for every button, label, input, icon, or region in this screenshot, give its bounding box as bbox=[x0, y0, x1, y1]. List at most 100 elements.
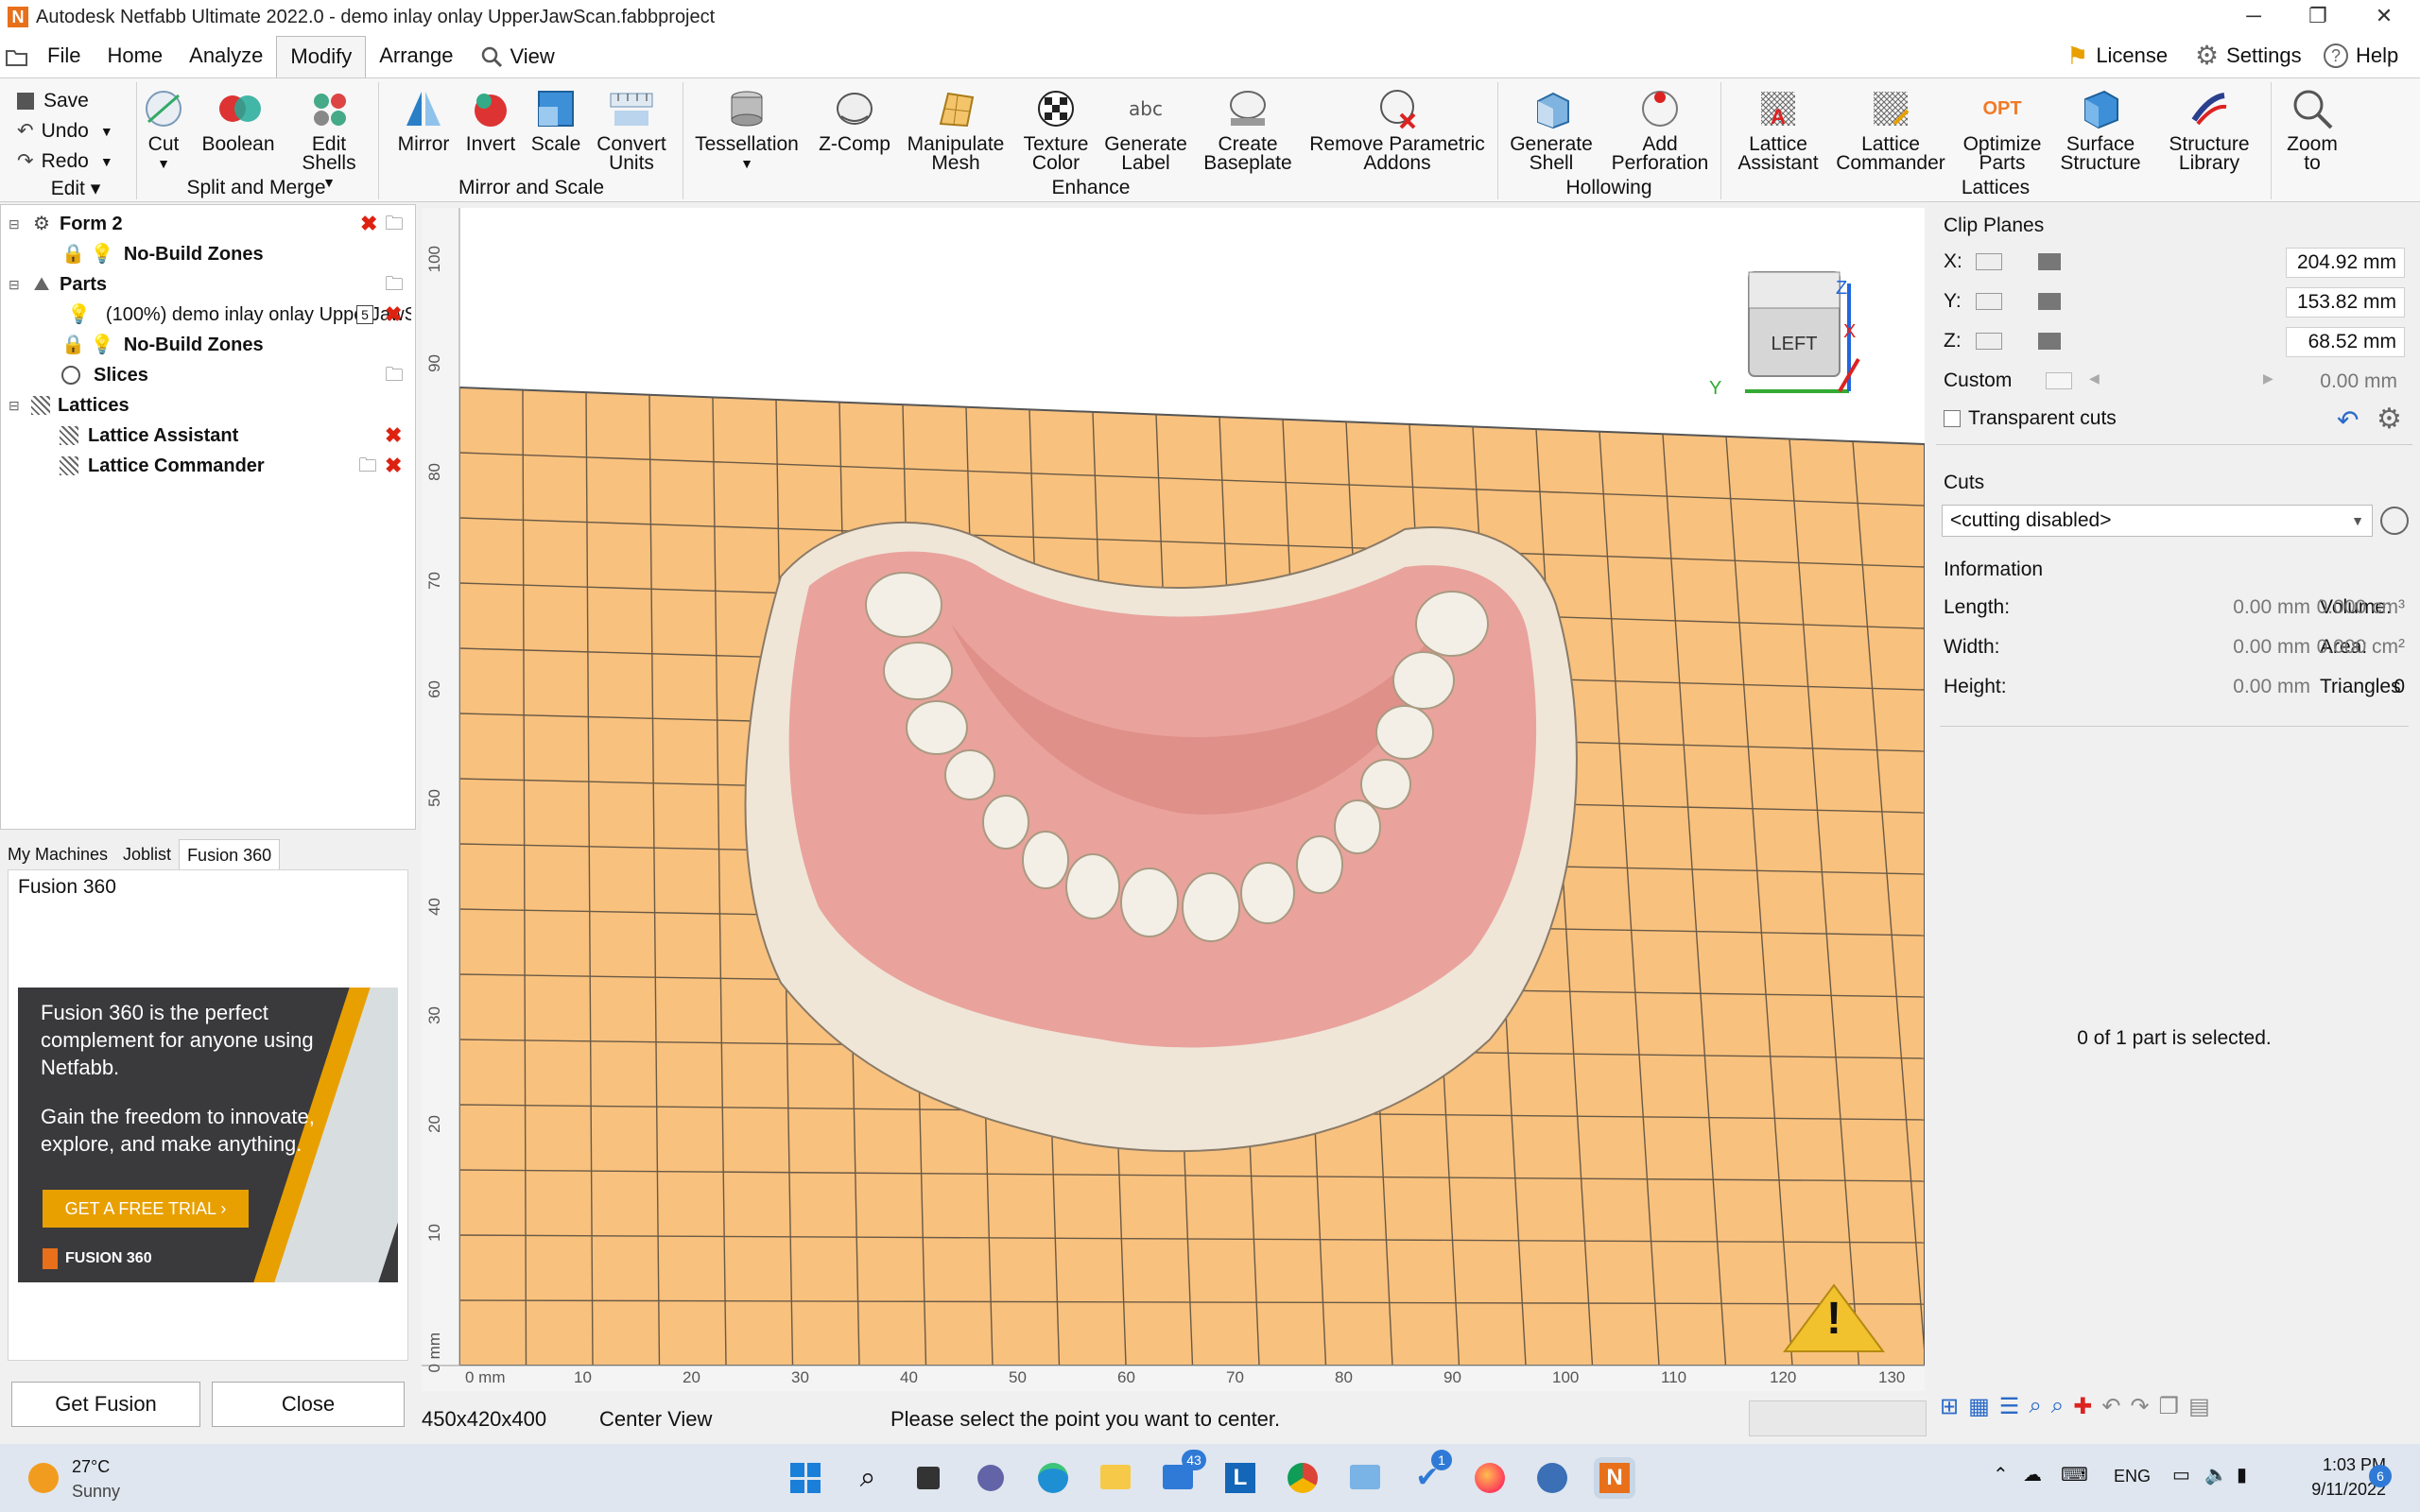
minimize-button[interactable]: ─ bbox=[2223, 0, 2284, 34]
remove-icon[interactable]: ✖ bbox=[385, 421, 402, 451]
folder-icon[interactable]: 🗀 bbox=[358, 451, 377, 481]
clip-z-toggle[interactable] bbox=[1976, 333, 2002, 350]
texture-color-button[interactable]: Texture Color bbox=[1013, 86, 1098, 173]
app-globe-icon[interactable] bbox=[1531, 1457, 1573, 1499]
netfabb-taskbar-icon[interactable]: N bbox=[1594, 1457, 1635, 1499]
weather-temp[interactable]: 27°C bbox=[72, 1457, 110, 1477]
clip-x-fill-toggle[interactable] bbox=[2038, 253, 2061, 270]
slider-left-icon[interactable]: ◀ bbox=[2089, 370, 2100, 387]
add-perforation-button[interactable]: Add Perforation bbox=[1607, 86, 1713, 173]
invert-button[interactable]: Invert bbox=[458, 86, 524, 154]
gear-icon[interactable]: ⚙ bbox=[2377, 403, 2402, 436]
help-button[interactable]: ? Help bbox=[2324, 34, 2398, 77]
maximize-button[interactable]: ❐ bbox=[2288, 0, 2348, 34]
cuts-select[interactable]: <cutting disabled> ▼ bbox=[1942, 505, 2373, 537]
tree-row-nobuild-parts[interactable]: 🔒 💡 No-Build Zones bbox=[61, 330, 264, 360]
firefox-icon[interactable] bbox=[1469, 1457, 1511, 1499]
tab-my-machines[interactable]: My Machines bbox=[0, 839, 115, 869]
structure-library-button[interactable]: Structure Library bbox=[2157, 86, 2261, 173]
menu-view[interactable]: View bbox=[467, 36, 568, 77]
remove-icon[interactable]: ✖ bbox=[385, 451, 402, 481]
chrome-icon[interactable] bbox=[1282, 1457, 1323, 1499]
optimize-parts-button[interactable]: OPT Optimize Parts bbox=[1955, 86, 2049, 173]
edit-group-label[interactable]: Edit ▾ bbox=[19, 177, 132, 200]
cut-preview-icon[interactable] bbox=[2380, 507, 2409, 535]
task-view-icon[interactable] bbox=[908, 1457, 949, 1499]
clip-z-fill-toggle[interactable] bbox=[2038, 333, 2061, 350]
clip-x-toggle[interactable] bbox=[1976, 253, 2002, 270]
remove-icon[interactable]: ✖ bbox=[360, 209, 377, 239]
photos-icon[interactable] bbox=[1344, 1457, 1386, 1499]
menu-arrange[interactable]: Arrange bbox=[366, 36, 466, 77]
tree-row-lattice-commander[interactable]: Lattice Commander bbox=[60, 451, 265, 481]
chevron-up-icon[interactable]: ⌃ bbox=[1993, 1463, 2009, 1486]
tree-row-lattices[interactable]: ⊟ Lattices bbox=[9, 390, 130, 421]
menu-file[interactable]: File bbox=[34, 36, 94, 77]
free-trial-button[interactable]: GET A FREE TRIAL › bbox=[43, 1190, 249, 1228]
clip-custom-toggle[interactable] bbox=[2046, 372, 2072, 389]
transparent-cuts-checkbox[interactable]: Transparent cuts bbox=[1944, 403, 2117, 435]
volume-icon[interactable]: 🔈 bbox=[2204, 1463, 2228, 1486]
folder-icon[interactable]: 🗀 bbox=[385, 209, 404, 239]
clip-y-toggle[interactable] bbox=[1976, 293, 2002, 310]
remove-icon[interactable]: ✖ bbox=[385, 300, 402, 330]
tree-row-parts[interactable]: ⊟ ⛰ Parts bbox=[9, 269, 107, 300]
surface-structure-button[interactable]: Surface Structure bbox=[2053, 86, 2148, 173]
remove-parametric-addons-button[interactable]: Remove Parametric Addons bbox=[1303, 86, 1492, 173]
clip-y-value[interactable]: 153.82 mm bbox=[2286, 287, 2405, 318]
undo-button[interactable]: ↶ Undo ▼ bbox=[17, 116, 113, 146]
file-explorer-icon[interactable] bbox=[1095, 1457, 1136, 1499]
generate-label-button[interactable]: abc Generate Label bbox=[1100, 86, 1191, 173]
tab-joblist[interactable]: Joblist bbox=[115, 839, 179, 869]
folder-icon[interactable]: 🗀 bbox=[385, 269, 404, 300]
search-icon[interactable]: ⌕ bbox=[847, 1457, 889, 1499]
tree-row-lattice-assistant[interactable]: Lattice Assistant bbox=[60, 421, 238, 451]
clip-y-fill-toggle[interactable] bbox=[2038, 293, 2061, 310]
fusion-ad-banner[interactable]: Fusion 360 is the perfect complement for… bbox=[18, 988, 398, 1282]
3d-viewport[interactable]: 100 90 80 70 60 50 40 30 20 10 0 mm 0 mm 10 20 30 40 50… bbox=[422, 208, 1925, 1391]
close-window-button[interactable]: ✕ bbox=[2354, 0, 2414, 34]
slider-right-icon[interactable]: ▶ bbox=[2263, 370, 2273, 387]
get-fusion-button[interactable]: Get Fusion bbox=[11, 1382, 200, 1427]
edge-browser-icon[interactable] bbox=[1032, 1457, 1074, 1499]
tab-fusion360[interactable]: Fusion 360 bbox=[179, 839, 281, 869]
close-fusion-button[interactable]: Close bbox=[212, 1382, 405, 1427]
scale-button[interactable]: Scale bbox=[526, 86, 586, 154]
manipulate-mesh-button[interactable]: Manipulate Mesh bbox=[902, 86, 1010, 173]
teams-chat-icon[interactable] bbox=[970, 1457, 1011, 1499]
notification-badge[interactable]: 6 bbox=[2369, 1465, 2392, 1487]
save-button[interactable]: Save bbox=[17, 86, 113, 116]
menu-modify[interactable]: Modify bbox=[276, 36, 367, 77]
boolean-button[interactable]: Boolean bbox=[195, 86, 282, 154]
mirror-button[interactable]: Mirror bbox=[389, 86, 458, 154]
convert-units-button[interactable]: Convert Units bbox=[590, 86, 673, 173]
redo-button[interactable]: ↷ Redo ▼ bbox=[17, 146, 113, 177]
create-baseplate-button[interactable]: Create Baseplate bbox=[1197, 86, 1299, 173]
weather-desc[interactable]: Sunny bbox=[72, 1482, 120, 1502]
folder-icon[interactable]: 🗀 bbox=[385, 360, 404, 390]
folder-open-icon[interactable] bbox=[0, 36, 34, 77]
cut-button[interactable]: Cut ▼ bbox=[140, 86, 187, 173]
tree-row-slices[interactable]: Slices bbox=[61, 360, 148, 390]
language-indicator[interactable]: ENG bbox=[2114, 1467, 2151, 1486]
menu-home[interactable]: Home bbox=[94, 36, 176, 77]
tree-row-form[interactable]: ⊟ ⚙ Form 2 bbox=[9, 209, 123, 239]
lattice-commander-button[interactable]: Lattice Commander bbox=[1832, 86, 1949, 173]
battery-icon[interactable]: ▮ bbox=[2237, 1463, 2247, 1486]
zoom-to-button[interactable]: Zoom to bbox=[2280, 86, 2344, 173]
tree-row-nobuild-form[interactable]: 🔒 💡 No-Build Zones bbox=[61, 239, 264, 269]
generate-shell-button[interactable]: Generate Shell bbox=[1503, 86, 1599, 173]
tessellation-button[interactable]: Tessellation ▼ bbox=[690, 86, 804, 173]
lattice-assistant-button[interactable]: A Lattice Assistant bbox=[1726, 86, 1830, 173]
cloud-icon[interactable]: ☁ bbox=[2023, 1463, 2042, 1486]
network-icon[interactable]: ▭ bbox=[2172, 1463, 2190, 1486]
windows-start-icon[interactable] bbox=[785, 1457, 826, 1499]
clip-x-value[interactable]: 204.92 mm bbox=[2286, 248, 2405, 278]
keyboard-icon[interactable]: ⌨ bbox=[2061, 1463, 2088, 1486]
menu-analyze[interactable]: Analyze bbox=[176, 36, 276, 77]
settings-button[interactable]: ⚙ Settings bbox=[2195, 34, 2302, 77]
reset-icon[interactable]: ↶ bbox=[2337, 404, 2359, 436]
clip-z-value[interactable]: 68.52 mm bbox=[2286, 327, 2405, 357]
license-button[interactable]: ⚑ License bbox=[2066, 34, 2168, 77]
app-l-icon[interactable]: L bbox=[1219, 1457, 1261, 1499]
